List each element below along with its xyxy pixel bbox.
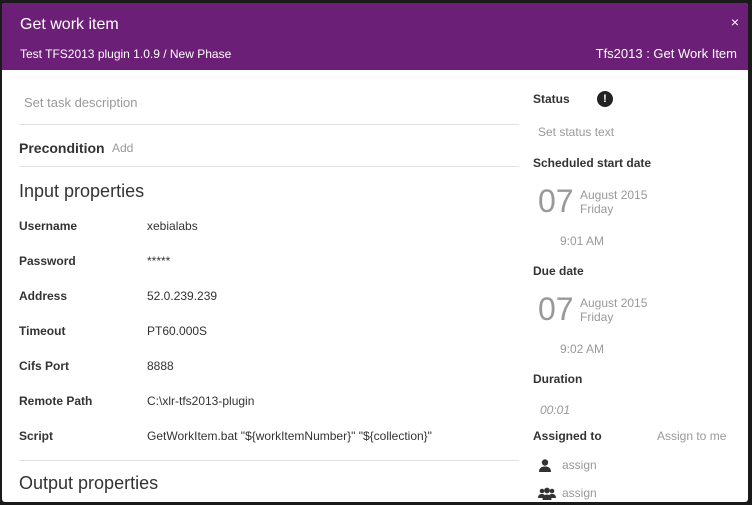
property-label: Remote Path — [19, 394, 93, 408]
modal-header: Get work item × Test TFS2013 plugin 1.0.… — [2, 3, 748, 70]
divider — [19, 166, 519, 167]
property-value[interactable]: PT60.000S — [147, 324, 207, 338]
breadcrumb: Test TFS2013 plugin 1.0.9 / New Phase — [20, 47, 232, 61]
property-value[interactable]: 52.0.239.239 — [147, 289, 217, 303]
property-value[interactable]: GetWorkItem.bat "${workItemNumber}" "${c… — [147, 429, 432, 443]
property-value[interactable]: 8888 — [147, 359, 174, 373]
assign-team-text: assign — [562, 486, 597, 500]
output-properties-title: Output properties — [19, 473, 159, 493]
property-value[interactable]: C:\xlr-tfs2013-plugin — [147, 394, 254, 408]
property-row-script: Script GetWorkItem.bat "${workItemNumber… — [19, 429, 519, 449]
property-row-remote-path: Remote Path C:\xlr-tfs2013-plugin — [19, 394, 519, 414]
property-label: Cifs Port — [19, 359, 70, 373]
assigned-to-label: Assigned to — [533, 429, 602, 443]
assign-user-button[interactable]: assign — [538, 457, 688, 475]
task-description-input[interactable]: Set task description — [24, 95, 137, 110]
assign-to-me-link[interactable]: Assign to me — [657, 429, 726, 443]
date-day: 07 — [538, 183, 574, 219]
duration-label: Duration — [533, 372, 583, 386]
date-day: 07 — [538, 291, 574, 327]
property-row-username: Username xebialabs — [19, 219, 519, 239]
property-label: Password — [19, 254, 76, 268]
scheduled-start-label: Scheduled start date — [533, 156, 652, 170]
duration-value[interactable]: 00:01 — [540, 403, 570, 417]
divider — [19, 460, 519, 461]
property-value[interactable]: xebialabs — [147, 219, 198, 233]
date-month-year: August 2015 — [580, 188, 648, 202]
property-row-address: Address 52.0.239.239 — [19, 289, 519, 309]
property-row-cifs-port: Cifs Port 8888 — [19, 359, 519, 379]
precondition-label: Precondition — [19, 140, 105, 156]
property-label: Script — [19, 429, 54, 443]
date-month-year: August 2015 — [580, 296, 648, 310]
input-properties-title: Input properties — [19, 181, 145, 201]
date-weekday: Friday — [580, 310, 614, 324]
date-weekday: Friday — [580, 202, 614, 216]
exclamation-icon: ! — [597, 91, 613, 107]
team-icon — [538, 487, 556, 500]
task-modal: Get work item × Test TFS2013 plugin 1.0.… — [2, 3, 748, 502]
close-icon[interactable]: × — [731, 14, 739, 30]
property-label: Address — [19, 289, 68, 303]
status-text-input[interactable]: Set status text — [538, 125, 614, 139]
property-value[interactable]: ***** — [147, 254, 170, 268]
divider — [19, 124, 519, 125]
date-time[interactable]: 9:01 AM — [560, 234, 604, 248]
modal-title: Get work item — [20, 16, 119, 33]
date-time[interactable]: 9:02 AM — [560, 342, 604, 356]
assign-user-text: assign — [562, 458, 597, 472]
property-label: Username — [19, 219, 78, 233]
due-date-label: Due date — [533, 264, 584, 278]
assign-team-button[interactable]: assign — [538, 485, 688, 502]
user-icon — [539, 459, 551, 472]
property-row-password: Password ***** — [19, 254, 519, 274]
precondition-add-link[interactable]: Add — [112, 141, 133, 155]
property-label: Timeout — [19, 324, 66, 338]
status-label: Status — [533, 92, 570, 106]
property-row-timeout: Timeout PT60.000S — [19, 324, 519, 344]
task-type: Tfs2013 : Get Work Item — [595, 46, 737, 61]
